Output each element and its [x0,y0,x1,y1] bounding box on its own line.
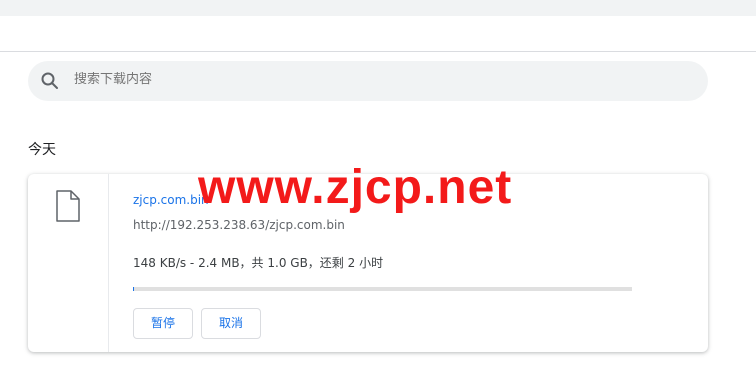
file-icon [56,190,80,222]
browser-top-strip [0,0,756,16]
toolbar-divider [0,51,756,52]
search-input[interactable] [74,72,674,87]
search-icon [40,71,60,91]
cancel-button[interactable]: 取消 [201,308,261,339]
download-status-text: 148 KB/s - 2.4 MB，共 1.0 GB，还剩 2 小时 [133,256,384,270]
search-box[interactable] [28,61,708,101]
download-progress-fill [133,287,135,291]
watermark-text: www.zjcp.net [198,161,513,214]
date-section-heading: 今天 [28,142,56,158]
download-progress-bar [133,287,632,291]
file-source-url: http://192.253.238.63/zjcp.com.bin [133,218,345,232]
file-icon-column [28,174,109,352]
pause-button[interactable]: 暂停 [133,308,193,339]
